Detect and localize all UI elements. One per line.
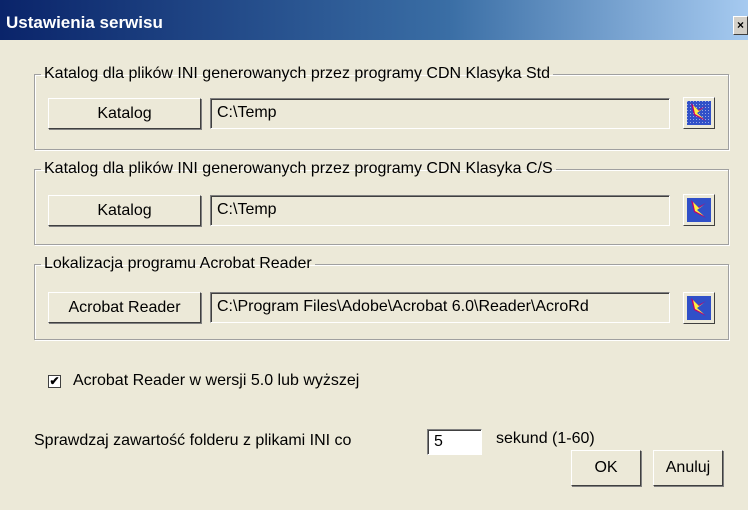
cs-folder-path-field: C:\Temp	[210, 195, 670, 226]
interval-label: Sprawdzaj zawartość folderu z plikami IN…	[34, 432, 352, 449]
acrobat-version-checkbox[interactable]: ✔	[48, 374, 61, 388]
interval-unit-label: sekund (1-60)	[496, 430, 595, 447]
acrobat-version-label: Acrobat Reader w wersji 5.0 lub wyższej	[73, 372, 360, 389]
acrobat-browse-button[interactable]	[683, 292, 715, 324]
dialog-body: Katalog dla plików INI generowanych prze…	[0, 40, 748, 510]
folder-browse-icon	[687, 296, 711, 320]
acrobat-path-field: C:\Program Files\Adobe\Acrobat 6.0\Reade…	[210, 292, 670, 323]
close-icon: ×	[736, 18, 744, 32]
std-folder-browse-button[interactable]	[683, 97, 715, 129]
window-title: Ustawienia serwisu	[6, 13, 163, 32]
group-cs-folder-legend: Katalog dla plików INI generowanych prze…	[44, 160, 553, 177]
title-bar: Ustawienia serwisu ×	[0, 0, 748, 40]
cancel-button[interactable]: Anuluj	[653, 450, 723, 486]
std-folder-path-field: C:\Temp	[210, 98, 670, 129]
group-acrobat-location-legend: Lokalizacja programu Acrobat Reader	[44, 255, 312, 272]
cs-folder-browse-button[interactable]	[683, 194, 715, 226]
folder-browse-icon	[687, 101, 711, 125]
cs-folder-button[interactable]: Katalog	[48, 195, 201, 226]
acrobat-version-row: ✔ Acrobat Reader w wersji 5.0 lub wyższe…	[48, 372, 359, 390]
std-folder-button[interactable]: Katalog	[48, 98, 201, 129]
folder-browse-icon	[687, 198, 711, 222]
close-button[interactable]: ×	[733, 16, 748, 35]
interval-input[interactable]: 5	[427, 429, 482, 455]
ok-button[interactable]: OK	[571, 450, 641, 486]
group-std-folder-legend: Katalog dla plików INI generowanych prze…	[44, 65, 551, 82]
acrobat-reader-button[interactable]: Acrobat Reader	[48, 292, 201, 323]
